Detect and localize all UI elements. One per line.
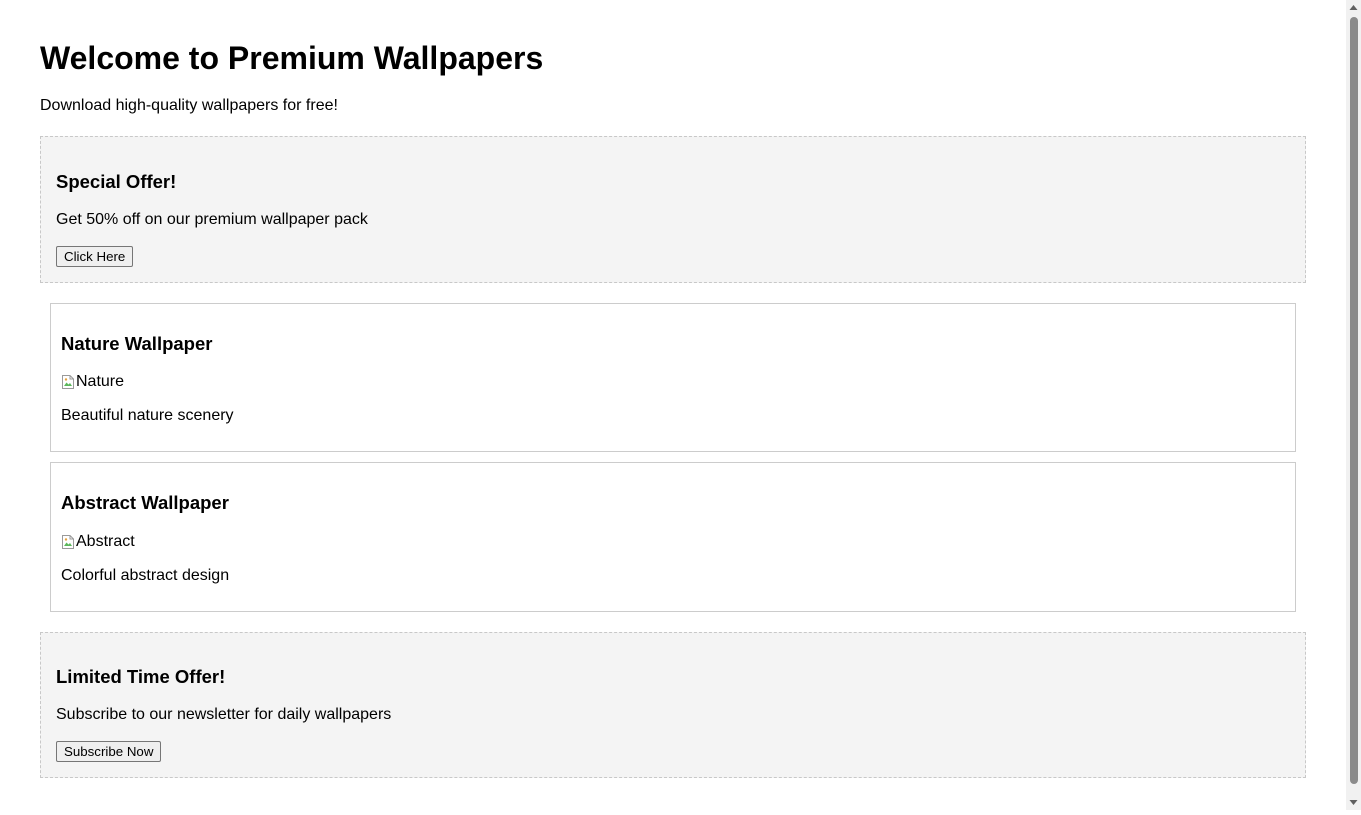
limited-offer-box: Limited Time Offer! Subscribe to our new…	[40, 632, 1306, 778]
wallpaper-card-nature: Nature Wallpaper Nature Beautiful nature…	[50, 303, 1296, 452]
offer-title: Special Offer!	[56, 171, 177, 192]
wallpaper-description: Colorful abstract design	[61, 567, 230, 584]
wallpaper-card-abstract: Abstract Wallpaper Abstract Colorful abs…	[50, 462, 1296, 612]
scrollbar-thumb[interactable]	[1350, 17, 1358, 784]
offer-text: Subscribe to our newsletter for daily wa…	[56, 706, 392, 723]
wallpaper-title: Abstract Wallpaper	[61, 492, 229, 513]
wallpaper-image-nature[interactable]: Nature	[61, 372, 124, 392]
page-title: Welcome to Premium Wallpapers	[40, 40, 544, 76]
image-alt-text: Abstract	[76, 533, 135, 550]
offer-text: Get 50% off on our premium wallpaper pac…	[56, 211, 368, 228]
broken-image-icon	[61, 534, 75, 550]
scroll-up-arrow-icon[interactable]	[1346, 0, 1361, 15]
scroll-down-arrow-icon[interactable]	[1346, 795, 1361, 810]
click-here-button[interactable]: Click Here	[56, 246, 134, 267]
subscribe-now-button[interactable]: Subscribe Now	[56, 741, 162, 762]
special-offer-box: Special Offer! Get 50% off on our premiu…	[40, 136, 1306, 283]
wallpaper-title: Nature Wallpaper	[61, 333, 213, 354]
page-subtitle: Download high-quality wallpapers for fre…	[40, 97, 338, 114]
image-alt-text: Nature	[76, 373, 125, 390]
wallpaper-image-abstract[interactable]: Abstract	[61, 532, 135, 552]
vertical-scrollbar[interactable]	[1346, 0, 1361, 810]
page: Welcome to Premium Wallpapers Download h…	[0, 0, 1346, 810]
wallpaper-description: Beautiful nature scenery	[61, 407, 234, 424]
offer-title: Limited Time Offer!	[56, 666, 226, 687]
broken-image-icon	[61, 374, 75, 390]
